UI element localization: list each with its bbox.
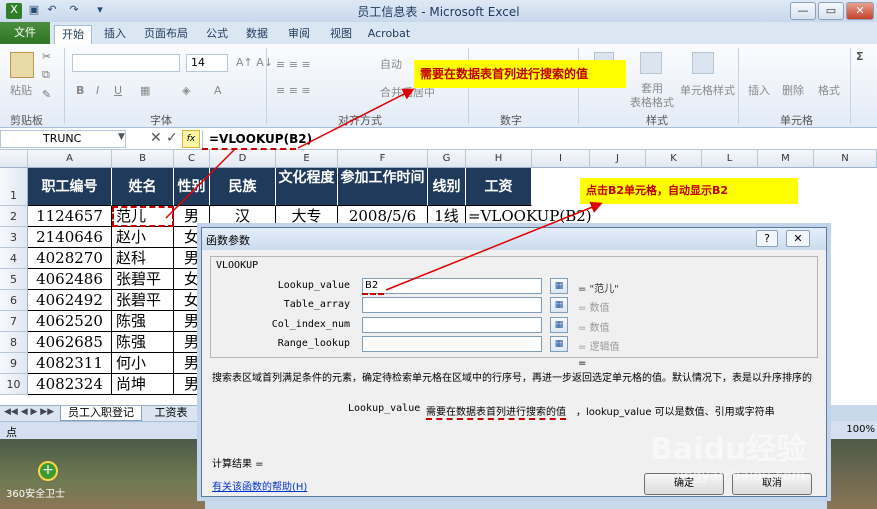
arrow-to-top-callout [297,88,415,149]
arrow-b2-to-formula [165,147,237,219]
watermark-url: jingyan.baidu.com [676,468,806,484]
arrow-to-right-callout [385,201,603,291]
watermark-logo: Baidu经验 [650,432,807,467]
